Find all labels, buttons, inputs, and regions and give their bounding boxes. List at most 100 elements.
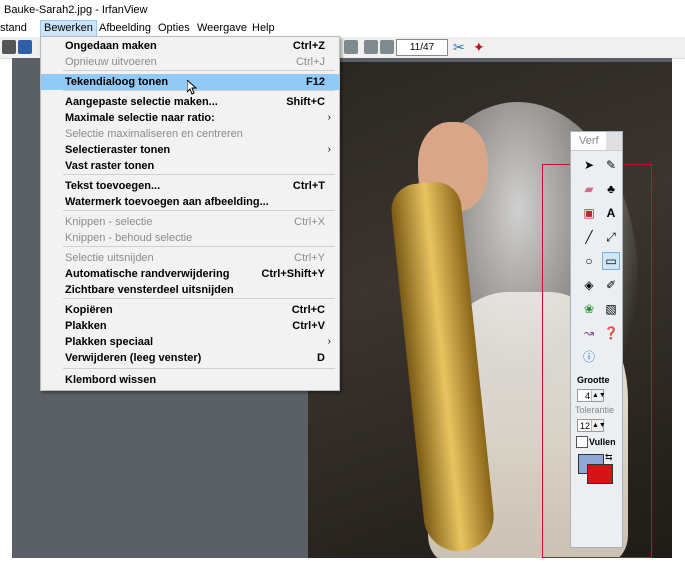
title-bar: Bauke-Sarah2.jpg - IrfanView [0,0,685,20]
submenu-arrow-icon: › [327,112,331,123]
menu-item-shortcut: Ctrl+C [291,304,325,316]
menu-item-shortcut: F12 [306,76,325,88]
arrow-line-icon[interactable]: ⤢ [603,229,619,245]
menu-item-label: Plakken [65,320,107,332]
fullscreen-icon[interactable] [18,40,32,54]
menu-item: Knippen - selectie Ctrl+X [41,214,339,230]
menu-item[interactable]: Plakken speciaal › [41,334,339,350]
irfanview-logo-icon[interactable]: ✦ [473,40,487,54]
menu-item[interactable]: Ongedaan maken Ctrl+Z [41,38,339,54]
menu-item-shortcut: Ctrl+T [292,180,325,192]
window-title: Bauke-Sarah2.jpg - IrfanView [4,4,148,16]
copy-icon[interactable] [344,40,358,54]
menu-separator [63,174,335,175]
menu-item-shortcut: Ctrl+X [294,216,325,228]
paint-title-bar[interactable]: Verf [571,132,622,151]
next-icon[interactable] [380,40,394,54]
menu-separator [63,210,335,211]
select-arrow-icon[interactable]: ➤ [581,157,597,173]
toolbar-icon[interactable] [2,40,16,54]
menu-item[interactable]: Aangepaste selectie maken... Shift+C [41,94,339,110]
menu-item[interactable]: Klembord wissen [41,372,339,388]
menu-item-label: Tekst toevoegen... [65,180,161,192]
previous-icon[interactable] [364,40,378,54]
line-icon[interactable]: ╱ [581,229,597,245]
paint-title: Verf [579,135,599,147]
ellipse-icon[interactable]: ○ [581,253,597,269]
menu-item-shortcut: Ctrl+Y [294,252,325,264]
rectangle-icon[interactable]: ▭ [602,252,620,270]
brush-icon[interactable]: ✐ [603,277,619,293]
menu-item-label: Aangepaste selectie maken... [65,96,218,108]
menu-item-label: Verwijderen (leeg venster) [65,352,202,364]
menu-item-label: Opnieuw uitvoeren [65,56,157,68]
menu-separator [63,246,335,247]
menu-item-label: Selectieraster tonen [65,144,171,156]
menu-item-label: Tekendialoog tonen [65,76,169,88]
menu-item-label: Selectie maximaliseren en centreren [65,128,243,140]
menu-bewerken[interactable]: Bewerken [40,20,97,37]
spin-arrows-icon[interactable]: ▲▼ [591,420,606,431]
menu-item-shortcut: Ctrl+V [292,320,325,332]
red-eye-icon[interactable]: ❀ [581,301,597,317]
info-icon[interactable]: ⓘ [581,349,597,365]
menu-item-shortcut: D [317,352,325,364]
menu-opties[interactable]: Opties [155,21,193,36]
menu-item: Selectie maximaliseren en centreren [41,126,339,142]
tolerantie-input[interactable]: 12 ▲▼ [577,419,606,432]
menu-item-label: Watermerk toevoegen aan afbeelding... [65,196,269,208]
grootte-value: 4 [584,391,590,401]
menu-item-label: Ongedaan maken [65,40,157,52]
menu-item-label: Knippen - behoud selectie [65,232,193,244]
background-color-swatch[interactable] [587,464,613,484]
eraser-icon[interactable]: ▰ [581,181,597,197]
submenu-arrow-icon: › [327,144,331,155]
menu-item[interactable]: Selectieraster tonen › [41,142,339,158]
menu-item[interactable]: Plakken Ctrl+V [41,318,339,334]
menu-item-label: Plakken speciaal [65,336,154,348]
menu-item-label: Klembord wissen [65,374,157,386]
menu-item[interactable]: Maximale selectie naar ratio: › [41,110,339,126]
paint-close-icon[interactable] [606,132,622,150]
menu-separator [63,368,335,369]
menu-item[interactable]: Automatische randverwijdering Ctrl+Shift+… [41,266,339,282]
menu-bar: stand Bewerken Afbeelding Opties Weergav… [0,20,685,37]
menu-weergave[interactable]: Weergave [194,21,250,36]
swap-colors-icon[interactable]: ⇆ [605,452,613,463]
pen-icon[interactable]: ✎ [603,157,619,173]
curve-icon[interactable]: ↝ [581,325,597,341]
clone-stamp-icon[interactable]: ♣ [603,181,619,197]
vullen-label: Vullen [589,437,616,447]
menu-item[interactable]: Tekst toevoegen... Ctrl+T [41,178,339,194]
menu-item: Opnieuw uitvoeren Ctrl+J [41,54,339,70]
vullen-checkbox[interactable] [576,436,588,448]
menu-afbeelding[interactable]: Afbeelding [96,21,154,36]
grootte-input[interactable]: 4 ▲▼ [577,389,606,402]
menu-item[interactable]: Vast raster tonen [41,158,339,174]
menu-item-shortcut: Ctrl+Shift+Y [261,268,325,280]
menu-help[interactable]: Help [249,21,278,36]
menu-item[interactable]: Verwijderen (leeg venster) D [41,350,339,366]
menu-separator [63,70,335,71]
color-picker-icon[interactable]: ▣ [581,205,597,221]
menu-item[interactable]: Watermerk toevoegen aan afbeelding... [41,194,339,210]
help-icon[interactable]: ❓ [603,325,619,341]
submenu-arrow-icon: › [327,336,331,347]
mouse-cursor-icon [187,80,197,95]
menu-item-label: Automatische randverwijdering [65,268,230,280]
menu-item[interactable]: Zichtbare vensterdeel uitsnijden [41,282,339,298]
settings-icon[interactable]: ✂ [453,40,467,54]
spray-icon[interactable]: ▧ [603,301,619,317]
menu-item-shortcut: Ctrl+Z [292,40,325,52]
menu-item-label: Vast raster tonen [65,160,155,172]
paint-dialog: Verf ➤ ✎ ▰ ♣ ▣ A ╱ ⤢ ○ ▭ ◈ ✐ ❀ ▧ ↝ ❓ ⓘ G… [570,131,623,548]
spin-arrows-icon[interactable]: ▲▼ [591,390,606,401]
menu-item: Selectie uitsnijden Ctrl+Y [41,250,339,266]
menu-item-label: Maximale selectie naar ratio: [65,112,215,124]
text-icon[interactable]: A [603,205,619,221]
menu-stand[interactable]: stand [0,21,30,36]
image-counter: 11/47 [396,39,448,56]
menu-item-shortcut: Shift+C [286,96,325,108]
fill-bucket-icon[interactable]: ◈ [581,277,597,293]
menu-item[interactable]: Kopiëren Ctrl+C [41,302,339,318]
